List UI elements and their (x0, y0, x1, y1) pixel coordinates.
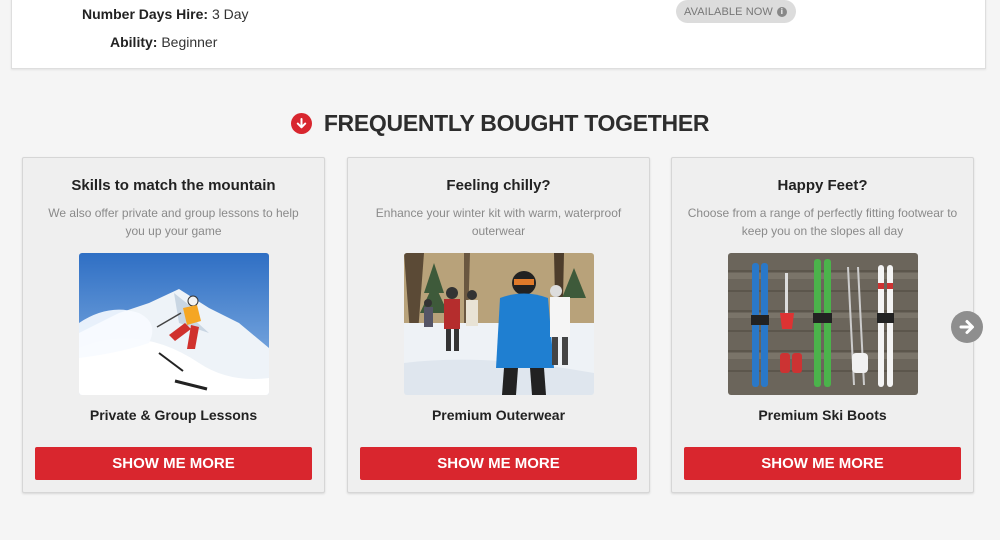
card-description: Enhance your winter kit with warm, water… (375, 206, 622, 238)
product-detail-panel: Number Days Hire: 3 Day Ability: Beginne… (11, 0, 986, 69)
arrow-down-circle-icon (290, 112, 312, 134)
snowboarders-image[interactable] (404, 253, 594, 395)
card-title: Feeling chilly? (446, 177, 551, 194)
product-card-lessons: Skills to match the mountain We also off… (22, 157, 325, 493)
card-description: Choose from a range of perfectly fitting… (687, 206, 958, 238)
section-title: FREQUENTLY BOUGHT TOGETHER (323, 109, 710, 136)
card-product-label: Premium Ski Boots (758, 407, 887, 423)
ski-gear-image[interactable] (728, 253, 918, 395)
product-card-outerwear: Feeling chilly? Enhance your winter kit … (347, 157, 650, 493)
show-me-more-button[interactable]: SHOW ME MORE (684, 447, 961, 480)
card-title: Happy Feet? (777, 177, 868, 194)
info-icon[interactable]: i (776, 6, 787, 17)
card-product-label: Private & Group Lessons (89, 407, 258, 423)
product-card-ski-boots: Happy Feet? Choose from a range of perfe… (671, 157, 974, 493)
show-me-more-button[interactable]: SHOW ME MORE (360, 447, 637, 480)
skier-image[interactable] (79, 253, 269, 395)
card-product-label: Premium Outerwear (431, 407, 566, 423)
number-days-hire-value: 3 Day (211, 6, 249, 22)
number-days-hire-label: Number Days Hire: (82, 6, 209, 22)
availability-text: AVAILABLE NOW (684, 5, 773, 18)
ability-row: Ability: Beginner (110, 34, 217, 50)
ability-label: Ability: (110, 34, 158, 50)
card-title: Skills to match the mountain (71, 177, 276, 194)
show-me-more-button[interactable]: SHOW ME MORE (35, 447, 312, 480)
ability-value: Beginner (161, 34, 218, 50)
number-days-hire-row: Number Days Hire: 3 Day (82, 6, 249, 22)
availability-badge[interactable]: AVAILABLE NOW i (676, 0, 796, 23)
arrow-right-circle-icon[interactable] (951, 311, 983, 343)
card-description: We also offer private and group lessons … (48, 206, 299, 238)
section-heading: FREQUENTLY BOUGHT TOGETHER (0, 107, 1000, 139)
